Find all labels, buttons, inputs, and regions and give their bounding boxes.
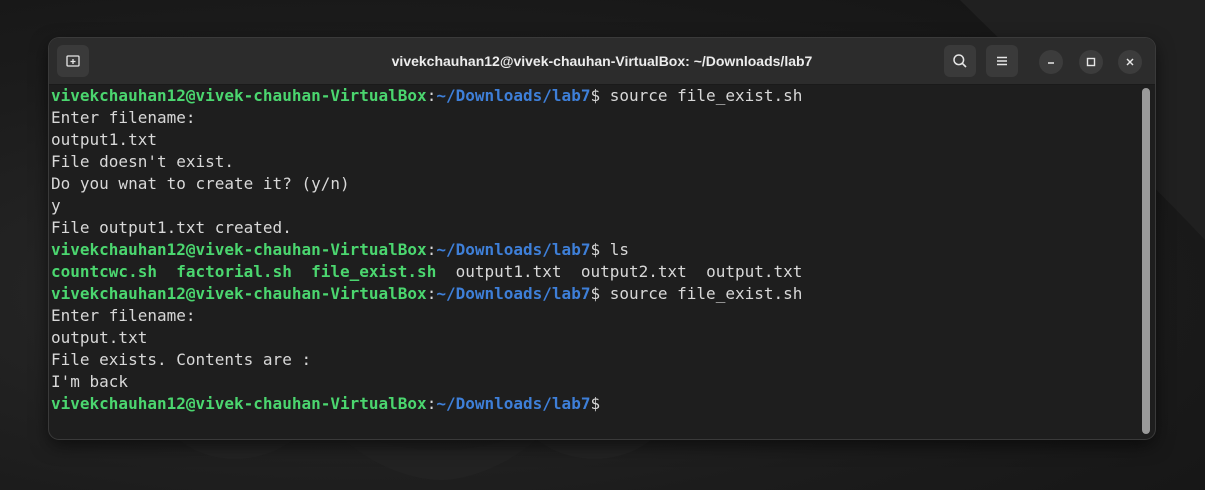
prompt-line: vivekchauhan12@vivek-chauhan-VirtualBox:… — [51, 283, 802, 305]
ls-entry-executable: file_exist.sh — [311, 262, 437, 281]
output-line: Enter filename: — [51, 108, 196, 127]
ls-entry-file: output.txt — [706, 262, 803, 281]
prompt-user-host: vivekchauhan12@vivek-chauhan-VirtualBox — [51, 394, 427, 413]
ls-entry-file: output1.txt — [455, 262, 562, 281]
menu-button[interactable] — [986, 45, 1018, 77]
output-line: output.txt — [51, 328, 148, 347]
ls-output-line: countcwc.sh factorial.sh file_exist.sh o… — [51, 261, 802, 283]
prompt-path: ~/Downloads/lab7 — [436, 284, 591, 303]
title-bar: vivekchauhan12@vivek-chauhan-VirtualBox:… — [49, 38, 1155, 85]
ls-entry-executable: countcwc.sh — [51, 262, 157, 281]
minimize-button[interactable] — [1039, 50, 1063, 74]
output-line: y — [51, 196, 61, 215]
hamburger-menu-icon — [995, 54, 1009, 68]
prompt-line: vivekchauhan12@vivek-chauhan-VirtualBox:… — [51, 239, 629, 261]
prompt-dollar: $ — [590, 284, 601, 303]
close-icon — [1125, 57, 1135, 67]
command-text: source file_exist.sh — [600, 86, 803, 105]
window-title: vivekchauhan12@vivek-chauhan-VirtualBox:… — [391, 53, 813, 69]
maximize-button[interactable] — [1079, 50, 1103, 74]
prompt-colon: : — [426, 394, 437, 413]
prompt-user-host: vivekchauhan12@vivek-chauhan-VirtualBox — [51, 86, 427, 105]
prompt-line: vivekchauhan12@vivek-chauhan-VirtualBox:… — [51, 393, 600, 415]
prompt-path: ~/Downloads/lab7 — [436, 394, 591, 413]
output-line: output1.txt — [51, 130, 157, 149]
prompt-colon: : — [426, 86, 437, 105]
output-line: Do you wnat to create it? (y/n) — [51, 174, 350, 193]
new-tab-icon — [65, 53, 81, 69]
prompt-colon: : — [426, 284, 437, 303]
desktop: vivekchauhan12@vivek-chauhan-VirtualBox:… — [0, 0, 1205, 490]
prompt-path: ~/Downloads/lab7 — [436, 86, 591, 105]
output-line: File output1.txt created. — [51, 218, 292, 237]
prompt-user-host: vivekchauhan12@vivek-chauhan-VirtualBox — [51, 284, 427, 303]
output-line: File doesn't exist. — [51, 152, 235, 171]
command-text: ls — [600, 240, 629, 259]
output-line: Enter filename: — [51, 306, 196, 325]
output-line: File exists. Contents are : — [51, 350, 312, 369]
prompt-dollar: $ — [590, 240, 601, 259]
ls-entry-executable: factorial.sh — [176, 262, 292, 281]
ls-entry-file: output2.txt — [580, 262, 687, 281]
command-text: source file_exist.sh — [600, 284, 803, 303]
search-button[interactable] — [944, 45, 976, 77]
prompt-user-host: vivekchauhan12@vivek-chauhan-VirtualBox — [51, 240, 427, 259]
search-icon — [952, 53, 968, 69]
prompt-path: ~/Downloads/lab7 — [436, 240, 591, 259]
prompt-colon: : — [426, 240, 437, 259]
prompt-line: vivekchauhan12@vivek-chauhan-VirtualBox:… — [51, 85, 802, 107]
close-button[interactable] — [1118, 50, 1142, 74]
prompt-dollar: $ — [590, 394, 601, 413]
terminal-window: vivekchauhan12@vivek-chauhan-VirtualBox:… — [49, 38, 1155, 439]
new-tab-button[interactable] — [57, 45, 89, 77]
terminal-output[interactable]: vivekchauhan12@vivek-chauhan-VirtualBox:… — [49, 85, 1143, 439]
prompt-dollar: $ — [590, 86, 601, 105]
output-line: I'm back — [51, 372, 129, 391]
minimize-icon — [1046, 57, 1056, 67]
scrollbar[interactable] — [1142, 88, 1150, 434]
maximize-icon — [1086, 57, 1096, 67]
